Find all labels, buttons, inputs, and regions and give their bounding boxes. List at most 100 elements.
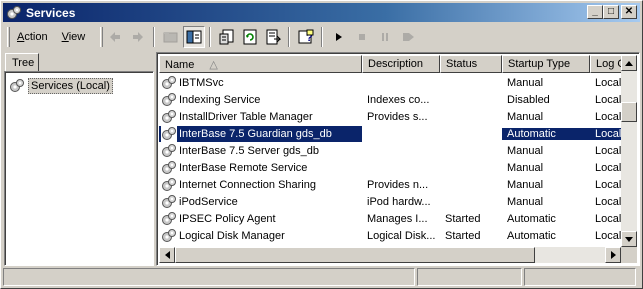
restart-service-button[interactable] [397,26,419,48]
service-name: Indexing Service [179,93,261,106]
cell-name: InterBase 7.5 Guardian gds_db [159,125,362,142]
up-one-level-button[interactable] [160,26,182,48]
help-icon: ? [298,29,314,44]
table-row[interactable]: Indexing Service Indexes co... Disabled Loc… [159,91,625,108]
status-pane [417,268,522,286]
service-name: Internet Connection Sharing [179,178,316,191]
cell-name: IPSEC Policy Agent [159,211,362,227]
table-row[interactable]: Logical Disk Manager Logical Disk... Start… [159,227,625,244]
cell-name: Indexing Service [159,92,362,108]
show-hide-tree-icon [186,30,202,44]
close-button[interactable]: ✕ [621,5,637,19]
cell-name: InterBase Remote Service [159,160,362,176]
pause-service-button[interactable] [374,26,396,48]
cell-name: Internet Connection Sharing [159,177,362,193]
tree-tab-strip: Tree [4,52,154,72]
service-name: InterBase Remote Service [179,161,308,174]
horizontal-scrollbar[interactable] [159,247,621,263]
column-header-name[interactable]: Name △ [159,55,362,73]
vertical-scroll-thumb[interactable] [621,102,637,122]
service-name: Logical Disk Manager [179,229,285,242]
service-gear-icon [161,177,177,193]
service-name: InstallDriver Table Manager [179,110,313,123]
cell-name: InstallDriver Table Manager [159,109,362,125]
arrow-up-icon [625,60,633,66]
back-arrow-icon [110,32,121,42]
cell-log-on-as: LocalS [595,161,625,174]
minimize-button[interactable]: _ [587,5,603,19]
show-hide-tree-button[interactable] [183,26,206,48]
service-gear-icon [161,143,177,159]
scroll-up-button[interactable] [621,55,637,71]
export-list-icon [266,29,282,45]
services-gear-icon [6,5,22,21]
table-row[interactable]: InterBase 7.5 Guardian gds_db Automatic Lo… [159,125,625,142]
cell-description: Provides n... [367,178,429,191]
service-gear-icon [161,75,177,91]
menu-toolbar: Action View ? [3,24,640,50]
cell-log-on-as: LocalS [590,127,625,140]
forward-button[interactable] [127,26,149,48]
service-gear-icon [161,109,177,125]
menu-view[interactable]: View [55,29,93,45]
table-row[interactable]: InstallDriver Table Manager Provides s...… [159,108,625,125]
toolbar-grip-2[interactable] [100,27,104,47]
table-row[interactable]: InterBase Remote Service Manual LocalS [159,159,625,176]
start-service-icon [336,33,343,41]
arrow-down-icon [625,236,633,242]
scroll-down-button[interactable] [621,231,637,247]
cell-log-on-as: LocalS [595,178,625,191]
column-header-startup-type[interactable]: Startup Type [502,55,590,73]
table-row[interactable]: Internet Connection Sharing Provides n...… [159,176,625,193]
menu-action[interactable]: Action [10,29,55,45]
properties-button[interactable] [216,26,238,48]
minimize-icon: _ [592,6,598,17]
cell-status: Started [445,229,481,242]
status-bar [3,268,640,287]
cell-startup-type: Automatic [507,212,556,225]
scrollbar-corner [621,247,637,263]
column-header-description[interactable]: Description [362,55,440,73]
cell-startup-type: Automatic [502,127,590,140]
list-header: Name △ Description Status Startup Type L… [159,55,625,73]
back-button[interactable] [104,26,126,48]
toolbar-separator [321,27,324,47]
list-rows: IBTMSvcManualLocalSIndexing ServiceIndex… [159,74,625,244]
table-row[interactable]: iPodService iPod hardw... Manual LocalS [159,193,625,210]
table-row[interactable]: InterBase 7.5 Server gds_db Manual LocalS [159,142,625,159]
tree-item-services-local[interactable]: Services (Local) [9,78,113,94]
services-window: Services _ □ ✕ Action View ? Tree Servic… [0,0,643,289]
refresh-button[interactable] [239,26,261,48]
export-list-button[interactable] [262,26,284,48]
cell-log-on-as: LocalS [595,144,625,157]
scroll-left-button[interactable] [159,247,175,263]
pause-service-icon [382,33,389,41]
cell-log-on-as: LocalS [595,110,625,123]
cell-startup-type: Manual [507,161,544,174]
table-row[interactable]: IBTMSvc Manual LocalS [159,74,625,91]
vertical-scrollbar[interactable] [621,55,637,247]
tab-tree[interactable]: Tree [5,53,39,72]
cell-description: Logical Disk... [367,229,436,242]
horizontal-scroll-thumb[interactable] [175,247,535,263]
cell-log-on-as: LocalS [595,229,625,242]
forward-arrow-icon [133,32,144,42]
cell-name: Logical Disk Manager [159,228,362,244]
maximize-button[interactable]: □ [603,5,619,19]
scroll-right-button[interactable] [605,247,621,263]
services-list-view: Name △ Description Status Startup Type L… [156,52,640,266]
cell-description: Provides s... [367,110,428,123]
service-gear-icon [161,228,177,244]
tree-item-label: Services (Local) [28,78,113,94]
column-header-log-on-as[interactable]: Log On As [590,55,625,73]
service-name: InterBase 7.5 Server gds_db [179,144,320,157]
stop-service-button[interactable] [351,26,373,48]
help-button[interactable]: ? [295,26,317,48]
service-gear-icon [161,211,177,227]
table-row[interactable]: IPSEC Policy Agent Manages I... Started Aut… [159,210,625,227]
start-service-button[interactable] [328,26,350,48]
column-header-status[interactable]: Status [440,55,502,73]
title-bar[interactable]: Services _ □ ✕ [3,3,640,22]
status-pane [3,268,415,286]
restart-service-icon [403,33,415,41]
